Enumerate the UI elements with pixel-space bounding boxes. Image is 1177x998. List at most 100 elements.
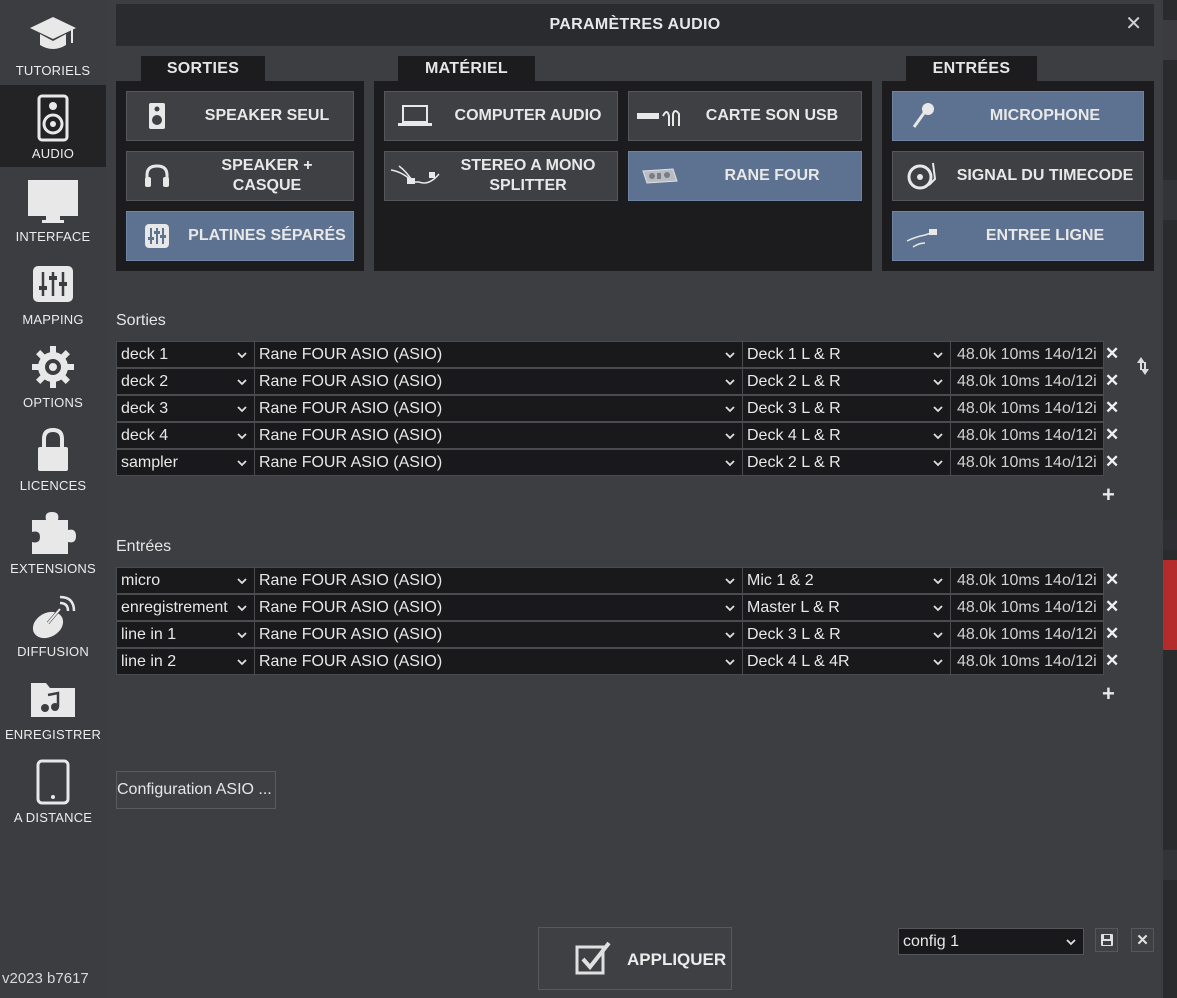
remove-row-button[interactable]: ✕: [1105, 343, 1119, 365]
signal-timecode-button[interactable]: SIGNAL DU TIMECODE: [892, 151, 1144, 201]
sidebar-item-interface[interactable]: INTERFACE: [0, 168, 106, 250]
device-name: Rane FOUR ASIO (ASIO): [259, 599, 443, 616]
device-select[interactable]: Rane FOUR ASIO (ASIO): [254, 648, 743, 675]
splitter-cable-icon: [385, 162, 445, 190]
chevron-down-icon: [237, 379, 247, 386]
satellite-dish-icon: [0, 591, 106, 641]
channel-pair-select[interactable]: Deck 4 L & R: [742, 422, 951, 449]
graduation-cap-icon: [0, 10, 106, 60]
device-info: 48.0k 10ms 14o/12i: [950, 567, 1104, 594]
channel-pair-select[interactable]: Deck 2 L & R: [742, 449, 951, 476]
channel-pair-select[interactable]: Deck 3 L & R: [742, 621, 951, 648]
channel-name-select[interactable]: sampler: [116, 449, 255, 476]
button-label: PLATINES SÉPARÉS: [188, 227, 346, 244]
apply-button[interactable]: APPLIQUER: [538, 927, 732, 990]
device-select[interactable]: Rane FOUR ASIO (ASIO): [254, 422, 743, 449]
channel-name-select[interactable]: enregistrement: [116, 594, 255, 621]
platines-separes-button[interactable]: PLATINES SÉPARÉS: [126, 211, 354, 261]
channel-pair: Deck 3 L & R: [747, 400, 841, 417]
remove-row-button[interactable]: ✕: [1105, 569, 1119, 591]
remove-row-button[interactable]: ✕: [1105, 596, 1119, 618]
device-info: 48.0k 10ms 14o/12i: [950, 368, 1104, 395]
sidebar-item-audio[interactable]: AUDIO: [0, 85, 106, 167]
speaker-seul-button[interactable]: SPEAKER SEUL: [126, 91, 354, 141]
channel-name-select[interactable]: deck 1: [116, 341, 255, 368]
channel-name-select[interactable]: line in 1: [116, 621, 255, 648]
close-button[interactable]: ✕: [1125, 14, 1142, 34]
carte-son-usb-button[interactable]: CARTE SON USB: [628, 91, 862, 141]
mixer-icon: [127, 223, 187, 249]
stereo-mono-splitter-button[interactable]: STEREO A MONO SPLITTER: [384, 151, 618, 201]
button-label: MICROPHONE: [989, 107, 1101, 124]
channel-name: deck 1: [121, 346, 169, 363]
chevron-down-icon: [725, 379, 735, 386]
device-name: Rane FOUR ASIO (ASIO): [259, 653, 443, 670]
remove-row-button[interactable]: ✕: [1105, 623, 1119, 645]
button-label: SIGNAL DU TIMECODE: [956, 167, 1134, 184]
device-select[interactable]: Rane FOUR ASIO (ASIO): [254, 594, 743, 621]
remove-row-button[interactable]: ✕: [1105, 370, 1119, 392]
channel-name: deck 2: [121, 373, 169, 390]
button-label: CARTE SON USB: [705, 107, 839, 124]
add-input-button[interactable]: +: [1102, 681, 1115, 707]
entree-ligne-button[interactable]: ENTREE LIGNE: [892, 211, 1144, 261]
sidebar-item-a-distance[interactable]: A DISTANCE: [0, 749, 106, 831]
sidebar-item-extensions[interactable]: EXTENSIONS: [0, 500, 106, 582]
sidebar-item-options[interactable]: OPTIONS: [0, 334, 106, 416]
device-select[interactable]: Rane FOUR ASIO (ASIO): [254, 567, 743, 594]
sidebar-item-tutoriels[interactable]: TUTORIELS: [0, 2, 106, 84]
audio-settings-panel: PARAMÈTRES AUDIO ✕ SORTIES SPEAKER SEUL …: [106, 0, 1163, 998]
sidebar-item-mapping[interactable]: MAPPING: [0, 251, 106, 333]
tablet-icon: [0, 757, 106, 807]
asio-configuration-button[interactable]: Configuration ASIO ...: [116, 771, 276, 809]
channel-name-select[interactable]: deck 4: [116, 422, 255, 449]
speaker-casque-button[interactable]: SPEAKER + CASQUE: [126, 151, 354, 201]
channel-pair-select[interactable]: Master L & R: [742, 594, 951, 621]
channel-pair-select[interactable]: Mic 1 & 2: [742, 567, 951, 594]
sidebar-item-label: TUTORIELS: [15, 63, 91, 78]
device-select[interactable]: Rane FOUR ASIO (ASIO): [254, 341, 743, 368]
channel-name-select[interactable]: line in 2: [116, 648, 255, 675]
sidebar-item-enregistrer[interactable]: ENREGISTRER: [0, 666, 106, 748]
microphone-button[interactable]: MICROPHONE: [892, 91, 1144, 141]
table-row: line in 1 Rane FOUR ASIO (ASIO) Deck 3 L &…: [116, 621, 1119, 648]
chevron-down-icon: [933, 632, 943, 639]
device-select[interactable]: Rane FOUR ASIO (ASIO): [254, 395, 743, 422]
sidebar-item-label: INTERFACE: [15, 229, 91, 244]
device-select[interactable]: Rane FOUR ASIO (ASIO): [254, 368, 743, 395]
remove-row-button[interactable]: ✕: [1105, 397, 1119, 419]
channel-pair-select[interactable]: Deck 1 L & R: [742, 341, 951, 368]
sliders-icon: [0, 259, 106, 309]
button-label: SPEAKER SEUL: [204, 107, 330, 124]
sidebar-item-diffusion[interactable]: DIFFUSION: [0, 583, 106, 665]
chevron-down-icon: [237, 632, 247, 639]
remove-row-button[interactable]: ✕: [1105, 650, 1119, 672]
materiel-group: COMPUTER AUDIO CARTE SON USB STEREO A MO…: [374, 81, 872, 271]
save-config-button[interactable]: [1095, 928, 1118, 952]
device-info: 48.0k 10ms 14o/12i: [950, 395, 1104, 422]
rane-four-button[interactable]: RANE FOUR: [628, 151, 862, 201]
inputs-section-title: Entrées: [116, 538, 172, 555]
sidebar-item-licences[interactable]: LICENCES: [0, 417, 106, 499]
swap-arrows-icon[interactable]: [1136, 356, 1150, 381]
add-output-button[interactable]: +: [1102, 482, 1115, 508]
button-label: RANE FOUR: [724, 167, 820, 184]
channel-name-select[interactable]: deck 3: [116, 395, 255, 422]
chevron-down-icon: [933, 406, 943, 413]
channel-pair-select[interactable]: Deck 3 L & R: [742, 395, 951, 422]
chevron-down-icon: [237, 460, 247, 467]
remove-row-button[interactable]: ✕: [1105, 451, 1119, 473]
remove-row-button[interactable]: ✕: [1105, 424, 1119, 446]
delete-config-button[interactable]: ✕: [1131, 928, 1154, 952]
device-select[interactable]: Rane FOUR ASIO (ASIO): [254, 449, 743, 476]
channel-name-select[interactable]: deck 2: [116, 368, 255, 395]
channel-pair-select[interactable]: Deck 4 L & 4R: [742, 648, 951, 675]
button-label: SPEAKER + CASQUE: [221, 157, 313, 194]
channel-pair: Master L & R: [747, 599, 840, 616]
channel-name-select[interactable]: micro: [116, 567, 255, 594]
outputs-section-title: Sorties: [116, 312, 166, 329]
computer-audio-button[interactable]: COMPUTER AUDIO: [384, 91, 618, 141]
device-select[interactable]: Rane FOUR ASIO (ASIO): [254, 621, 743, 648]
channel-pair-select[interactable]: Deck 2 L & R: [742, 368, 951, 395]
config-select[interactable]: config 1: [898, 928, 1084, 955]
